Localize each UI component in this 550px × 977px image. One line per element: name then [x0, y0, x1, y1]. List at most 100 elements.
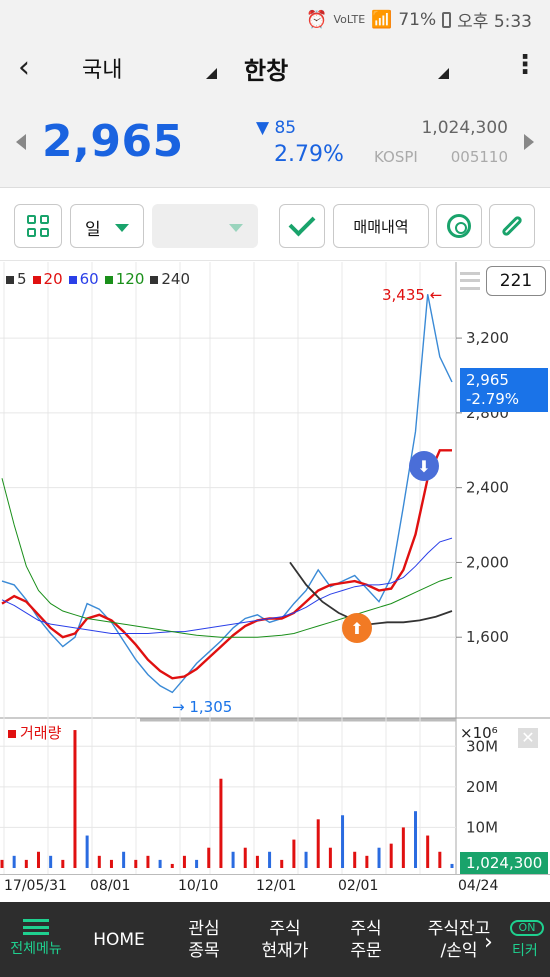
- chevron-right-icon[interactable]: ›: [484, 930, 493, 955]
- chevron-down-icon: [229, 224, 243, 232]
- date-tick-label: 10/10: [178, 878, 219, 894]
- volume-unit: ×10⁶: [460, 724, 498, 742]
- volume-bar: [122, 851, 126, 868]
- legend-swatch: [32, 276, 41, 284]
- battery-icon: [442, 11, 452, 28]
- sub-period-select[interactable]: [152, 204, 258, 248]
- legend-label: 60: [79, 270, 99, 288]
- volume-bar: [85, 835, 89, 868]
- current-price: 2,965: [42, 116, 184, 167]
- market-dropdown-icon[interactable]: [206, 68, 217, 79]
- status-bar: ⏰ VoLTE 📶 71% 오후 5:33: [0, 0, 550, 36]
- market-selector[interactable]: 국내: [82, 52, 122, 84]
- volume-title: 거래량: [8, 722, 61, 743]
- volume-bar: [268, 851, 272, 868]
- up-arrow-icon: ⬆: [350, 619, 363, 638]
- volume-tick-label: 10M: [466, 818, 498, 836]
- clock: 오후 5:33: [457, 12, 532, 32]
- price-tick-label: 2,400: [466, 479, 509, 497]
- ma-legend: 5 20 60 120 240: [6, 270, 190, 288]
- close-volume-icon[interactable]: ✕: [518, 728, 538, 748]
- volume-bar: [304, 851, 308, 868]
- volume-bar: [146, 855, 150, 868]
- period-select-value: 일: [85, 220, 101, 240]
- high-price-label: 3,435 ←: [382, 286, 443, 304]
- more-menu-icon[interactable]: ⋮: [512, 50, 538, 80]
- volume-bar: [73, 730, 77, 868]
- nav-balance-label: 주식잔고/손익: [427, 918, 491, 961]
- settings-button[interactable]: [436, 204, 482, 248]
- period-count-box[interactable]: 221: [486, 266, 546, 296]
- date-tick-label: 02/01: [338, 878, 379, 894]
- legend-swatch: [104, 276, 113, 284]
- volume-bar: [401, 827, 405, 868]
- price-tick-label: 1,600: [466, 628, 509, 646]
- nav-stock-order-label: 주식 주문: [350, 918, 382, 961]
- nav-stock-order[interactable]: 주식 주문: [330, 902, 402, 977]
- volume-bar: [97, 855, 101, 868]
- volume-bar: [316, 819, 320, 868]
- nav-full-menu[interactable]: 전체메뉴: [0, 902, 72, 977]
- legend-label: 240: [161, 270, 191, 288]
- price-tick-label: 3,200: [466, 329, 509, 347]
- volume-bar: [24, 859, 28, 868]
- volume-bar: [170, 863, 174, 868]
- volume-bar: [426, 835, 430, 868]
- alarm-icon: ⏰: [306, 9, 328, 30]
- low-price-value: 1,305: [189, 698, 233, 716]
- high-price-value: 3,435: [382, 286, 425, 304]
- stock-chart[interactable]: 3,2002,8002,4002,0001,60030M20M10M⬇⬆: [0, 262, 550, 902]
- price-change: ▼ 85: [256, 118, 297, 138]
- date-tick-label: 08/01: [90, 878, 131, 894]
- legend-swatch: [68, 276, 77, 284]
- ticker-toggle[interactable]: ON: [510, 920, 544, 936]
- volume-bar: [365, 855, 369, 868]
- next-stock-arrow-icon[interactable]: [524, 134, 534, 150]
- battery-level: 71%: [398, 9, 437, 30]
- stock-selector[interactable]: 한창: [244, 51, 288, 86]
- volume-bar: [109, 859, 113, 868]
- volume-bar: [195, 859, 199, 868]
- layout-button[interactable]: [14, 204, 62, 248]
- current-price-tag: 2,965 -2.79%: [460, 368, 548, 412]
- volume-bar: [207, 847, 211, 868]
- check-icon: [288, 209, 316, 237]
- trade-volume: 1,024,300: [421, 118, 508, 138]
- prev-stock-arrow-icon[interactable]: [16, 134, 26, 150]
- volume-bar: [377, 847, 381, 868]
- volume-bar: [12, 855, 16, 868]
- volume-bar: [414, 811, 418, 868]
- trade-history-button[interactable]: 매매내역: [333, 204, 429, 248]
- volume-bar: [243, 847, 247, 868]
- volte-label: VoLTE: [333, 13, 366, 26]
- volume-bar: [450, 863, 454, 868]
- stock-code: 005110: [450, 148, 508, 166]
- period-select[interactable]: 일: [70, 204, 144, 248]
- volume-bar: [341, 815, 345, 868]
- volume-bar: [231, 851, 235, 868]
- nav-watchlist-label: 관심 종목: [188, 918, 220, 961]
- nav-stock-price-label: 주식 현재가: [261, 918, 309, 961]
- wrench-icon: [500, 214, 524, 238]
- nav-watchlist[interactable]: 관심 종목: [168, 902, 240, 977]
- tools-button[interactable]: [489, 204, 535, 248]
- volume-bar: [280, 859, 284, 868]
- nav-stock-price[interactable]: 주식 현재가: [248, 902, 322, 977]
- volume-bar: [292, 839, 296, 868]
- confirm-button[interactable]: [279, 204, 325, 248]
- bottom-nav: 전체메뉴 HOME 관심 종목 주식 현재가 주식 주문 주식잔고/손익 › ON 티…: [0, 902, 550, 977]
- volume-bar: [158, 859, 162, 868]
- legend-item-20: 20: [32, 270, 63, 288]
- chart-menu-icon[interactable]: [460, 272, 480, 290]
- stock-dropdown-icon[interactable]: [438, 68, 449, 79]
- volume-bar: [134, 859, 138, 868]
- down-arrow-icon: ⬇: [417, 457, 430, 476]
- volume-tick-label: 20M: [466, 778, 498, 796]
- chart-area[interactable]: 3,200 2,800 2,400 2,000 1,600 30M 20M 10M ⬇ ⬆ 5 20…: [0, 262, 550, 902]
- low-price-label: → 1,305: [172, 698, 233, 716]
- price-change-pct: 2.79%: [274, 142, 344, 167]
- nav-home[interactable]: HOME: [82, 902, 156, 977]
- legend-label: 120: [115, 270, 145, 288]
- volume-title-text: 거래량: [20, 724, 62, 742]
- back-icon[interactable]: ‹: [18, 50, 30, 85]
